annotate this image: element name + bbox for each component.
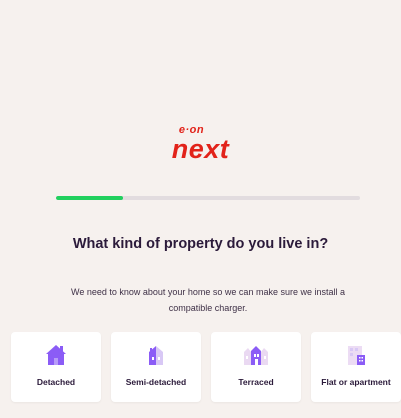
question-description: We need to know about your home so we ca… xyxy=(71,287,345,313)
detached-house-icon xyxy=(11,344,101,366)
option-flat-or-apartment[interactable]: Flat or apartment xyxy=(311,332,401,402)
apartment-building-icon xyxy=(311,344,401,366)
option-label: Flat or apartment xyxy=(321,377,391,387)
option-label: Terraced xyxy=(238,377,274,387)
progress-bar xyxy=(56,196,360,200)
logo-next-text: next xyxy=(171,134,230,164)
option-detached[interactable]: Detached xyxy=(11,332,101,402)
terraced-house-icon xyxy=(211,344,301,366)
semi-detached-house-icon xyxy=(111,344,201,366)
option-label: Detached xyxy=(36,377,76,387)
option-semi-detached[interactable]: Semi-detached xyxy=(111,332,201,402)
property-type-page: e·on next What kind of property do you l… xyxy=(0,0,401,418)
option-label: Semi-detached xyxy=(125,377,187,387)
option-terraced[interactable]: Terraced xyxy=(211,332,301,402)
eon-next-logo: e·on next xyxy=(0,124,401,164)
progress-bar-fill xyxy=(56,196,123,200)
question-title: What kind of property do you live in? xyxy=(72,236,329,252)
